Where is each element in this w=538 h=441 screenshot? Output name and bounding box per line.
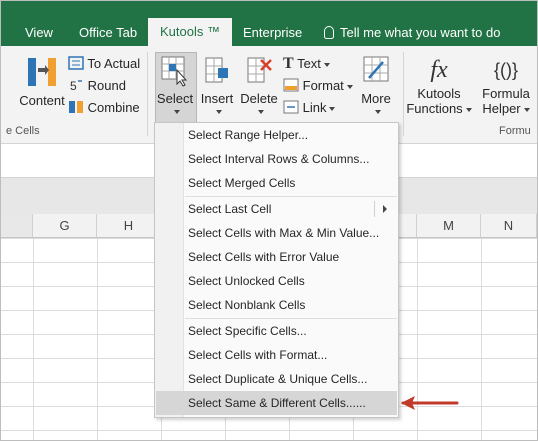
column-header-m[interactable]: M bbox=[417, 214, 481, 237]
column-header-n[interactable]: N bbox=[481, 214, 537, 237]
menu-item-select-range-helper[interactable]: Select Range Helper... bbox=[156, 123, 397, 147]
grid-line bbox=[33, 238, 34, 440]
group-label-cells: e Cells bbox=[6, 125, 40, 137]
ribbon-tab-bar: View Office Tab Kutools ™ Enterprise Tel… bbox=[1, 1, 537, 46]
text-t-icon: T bbox=[283, 55, 294, 72]
round-button[interactable]: 5 Round bbox=[68, 77, 126, 95]
group-label-formula: Formu bbox=[499, 125, 531, 137]
combine-button[interactable]: Combine bbox=[68, 99, 140, 117]
menu-item-select-merged-cells[interactable]: Select Merged Cells bbox=[156, 171, 397, 195]
column-header-g[interactable]: G bbox=[33, 214, 97, 237]
chevron-down-icon bbox=[215, 109, 222, 114]
svg-text:5: 5 bbox=[70, 79, 77, 92]
kutools-functions-label-1: Kutools bbox=[417, 86, 461, 101]
function-fx-icon: fx bbox=[430, 57, 448, 83]
formula-helper-label-1: Formula bbox=[482, 86, 530, 101]
round-icon: 5 bbox=[70, 79, 82, 93]
select-all-corner[interactable] bbox=[1, 214, 33, 237]
tell-me-search[interactable]: Tell me what you want to do bbox=[324, 1, 500, 46]
format-icon bbox=[283, 78, 299, 92]
insert-label: Insert bbox=[200, 91, 234, 106]
delete-button[interactable]: Delete bbox=[239, 54, 279, 116]
excel-window: View Office Tab Kutools ™ Enterprise Tel… bbox=[0, 0, 538, 441]
submenu-divider bbox=[374, 201, 375, 217]
select-dropdown-menu: Select Range Helper... Select Interval R… bbox=[154, 122, 399, 418]
more-button[interactable]: More bbox=[357, 54, 395, 116]
chevron-down-icon bbox=[465, 107, 472, 112]
link-icon bbox=[283, 100, 299, 114]
formula-helper-button[interactable]: {()} Formula Helper bbox=[475, 54, 537, 116]
column-header-h[interactable]: H bbox=[97, 214, 161, 237]
tab-enterprise[interactable]: Enterprise bbox=[243, 1, 302, 46]
annotation-arrow-icon bbox=[401, 396, 459, 410]
more-label: More bbox=[361, 91, 391, 106]
chevron-down-icon bbox=[329, 106, 336, 111]
menu-item-select-cells-with-format[interactable]: Select Cells with Format... bbox=[156, 343, 397, 367]
menu-item-select-duplicate-unique[interactable]: Select Duplicate & Unique Cells... bbox=[156, 367, 397, 391]
content-button[interactable]: Content bbox=[15, 54, 69, 108]
tab-office-tab[interactable]: Office Tab bbox=[79, 1, 137, 46]
select-button[interactable]: Select bbox=[154, 54, 196, 116]
content-icon bbox=[28, 58, 56, 86]
text-label: Text bbox=[297, 56, 321, 71]
chevron-down-icon bbox=[257, 109, 264, 114]
text-button[interactable]: T Text bbox=[283, 55, 330, 73]
chevron-down-icon bbox=[173, 109, 180, 114]
insert-icon bbox=[205, 57, 228, 83]
menu-item-select-specific-cells[interactable]: Select Specific Cells... bbox=[156, 319, 397, 343]
insert-button[interactable]: Insert bbox=[199, 54, 235, 116]
format-label: Format bbox=[302, 78, 344, 93]
chevron-down-icon bbox=[374, 109, 381, 114]
combine-label: Combine bbox=[87, 100, 140, 115]
kutools-functions-label-2: Functions bbox=[406, 101, 463, 116]
to-actual-button[interactable]: To Actual bbox=[68, 55, 140, 73]
to-actual-label: To Actual bbox=[87, 56, 141, 71]
chevron-down-icon bbox=[523, 107, 530, 112]
menu-item-select-error-value[interactable]: Select Cells with Error Value bbox=[156, 245, 397, 269]
formula-braces-icon: {()} bbox=[493, 60, 518, 80]
menu-item-select-last-cell-label: Select Last Cell bbox=[188, 202, 272, 216]
link-label: Link bbox=[302, 100, 327, 115]
group-separator bbox=[403, 52, 404, 136]
content-label: Content bbox=[19, 93, 65, 108]
more-icon bbox=[363, 56, 389, 82]
delete-label: Delete bbox=[240, 91, 278, 106]
select-icon bbox=[161, 56, 188, 87]
kutools-functions-button[interactable]: fx Kutools Functions bbox=[406, 54, 472, 116]
select-label: Select bbox=[156, 91, 194, 106]
chevron-down-icon bbox=[323, 62, 330, 67]
group-separator bbox=[147, 52, 148, 136]
chevron-down-icon bbox=[346, 84, 353, 89]
chevron-right-icon bbox=[383, 205, 387, 213]
formula-helper-label-2: Helper bbox=[482, 101, 521, 116]
combine-icon bbox=[69, 101, 83, 113]
grid-line bbox=[97, 238, 98, 440]
menu-item-select-interval-rows-columns[interactable]: Select Interval Rows & Columns... bbox=[156, 147, 397, 171]
to-actual-icon bbox=[68, 56, 84, 70]
menu-item-select-last-cell[interactable]: Select Last Cell bbox=[156, 197, 397, 221]
grid-line bbox=[481, 238, 482, 440]
menu-item-select-max-min[interactable]: Select Cells with Max & Min Value... bbox=[156, 221, 397, 245]
format-button[interactable]: Format bbox=[283, 77, 353, 95]
lightbulb-icon bbox=[324, 26, 334, 39]
link-button[interactable]: Link bbox=[283, 99, 336, 117]
menu-item-select-unlocked-cells[interactable]: Select Unlocked Cells bbox=[156, 269, 397, 293]
delete-icon bbox=[247, 57, 272, 83]
tab-kutools[interactable]: Kutools ™ bbox=[148, 18, 232, 46]
menu-item-select-nonblank-cells[interactable]: Select Nonblank Cells bbox=[156, 293, 397, 317]
menu-item-select-same-different[interactable]: Select Same & Different Cells...... bbox=[156, 391, 397, 415]
tab-view[interactable]: View bbox=[25, 1, 53, 46]
round-label: Round bbox=[87, 78, 126, 93]
tell-me-text: Tell me what you want to do bbox=[340, 25, 501, 40]
